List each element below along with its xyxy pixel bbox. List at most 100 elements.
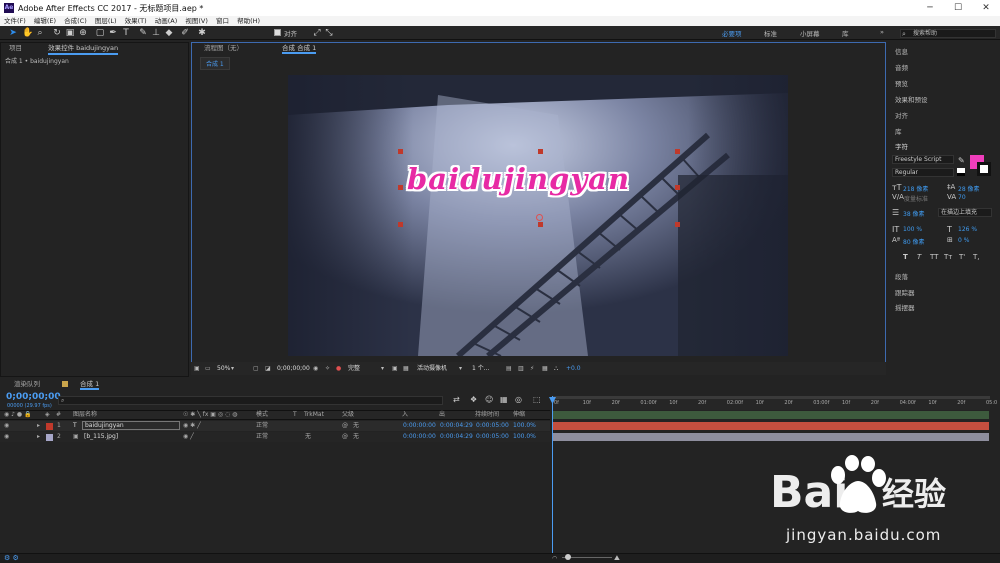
stroke-mode-select[interactable]: 在描边上填充	[938, 208, 992, 217]
comp-breadcrumb-chip[interactable]: 合成 1	[200, 57, 230, 70]
layer-out[interactable]: 0:00:04:29	[440, 421, 473, 431]
layer-duration[interactable]: 0:00:05:00	[476, 432, 509, 442]
layer-stretch[interactable]: 100.0%	[513, 421, 536, 431]
layer-parent[interactable]: 无	[353, 432, 359, 442]
vertical-scale-field[interactable]: 100 %	[903, 226, 922, 233]
layer-in[interactable]: 0:00:00:00	[403, 432, 436, 442]
tab-effect-controls[interactable]: 效果控件 baidujingyan	[48, 44, 119, 55]
eyedropper-icon[interactable]: ✎	[958, 156, 965, 165]
horizontal-scale-field[interactable]: 126 %	[958, 226, 977, 233]
eraser-tool-icon[interactable]: ◆	[164, 28, 174, 38]
subscript-button[interactable]: T,	[973, 253, 980, 261]
workspace-essentials[interactable]: 必要项	[722, 28, 742, 38]
column-in[interactable]: 入	[402, 410, 408, 420]
timeline-icon[interactable]: ▦	[542, 362, 548, 375]
monitor-icon[interactable]: ▭	[205, 362, 211, 375]
time-ruler[interactable]: 0f 10f 20f 01:00f 10f 20f 02:00f 10f 20f 03:00f 10…	[552, 396, 997, 410]
transform-handle[interactable]	[538, 222, 543, 227]
layer-stretch[interactable]: 100.0%	[513, 432, 536, 442]
workspace-small-screen[interactable]: 小屏幕	[800, 28, 820, 38]
pen-tool-icon[interactable]: ✒	[108, 28, 118, 38]
panel-info[interactable]: 信息	[895, 46, 908, 56]
panel-libraries[interactable]: 库	[895, 126, 902, 136]
column-name[interactable]: 图层名称	[73, 410, 97, 420]
pixel-aspect-icon[interactable]: ▥	[518, 362, 524, 375]
fast-preview-icon[interactable]: ⚡	[530, 362, 534, 375]
parent-pickwhip-icon[interactable]: @	[342, 421, 348, 431]
transform-handle[interactable]	[398, 222, 403, 227]
layer-parent[interactable]: 无	[353, 421, 359, 431]
rotate-tool-icon[interactable]: ↻	[52, 28, 62, 38]
camera-tool-icon[interactable]: ▣	[65, 28, 75, 38]
small-caps-button[interactable]: Tт	[944, 253, 952, 261]
menu-help[interactable]: 帮助(H)	[237, 16, 260, 26]
type-tool-icon[interactable]: T	[121, 28, 131, 38]
expand-arrow-icon[interactable]: ▸	[37, 432, 40, 442]
zoom-out-icon[interactable]: ◠	[552, 555, 557, 562]
hand-tool-icon[interactable]: ✋	[22, 28, 33, 38]
region-of-interest-icon[interactable]: ▣	[392, 362, 398, 375]
puppet-pin-tool-icon[interactable]: ✱	[197, 28, 207, 38]
menu-window[interactable]: 窗口	[216, 16, 229, 26]
transparency-grid-icon[interactable]: ▦	[403, 362, 409, 375]
work-area-bar[interactable]	[552, 396, 990, 399]
menu-layer[interactable]: 图层(L)	[95, 16, 117, 26]
zoom-select[interactable]: 50%	[217, 362, 230, 375]
layer-name[interactable]: [b_115.jpg]	[84, 432, 118, 442]
column-parent[interactable]: 父级	[342, 410, 354, 420]
views-select[interactable]: 1 个...	[472, 362, 489, 375]
snap-icon[interactable]: ⤢	[312, 28, 322, 38]
panel-audio[interactable]: 音频	[895, 62, 908, 72]
layer-in[interactable]: 0:00:00:00	[403, 421, 436, 431]
selection-tool-icon[interactable]: ➤	[8, 28, 18, 38]
transform-handle[interactable]	[398, 185, 403, 190]
font-family-select[interactable]: Freestyle Script	[892, 155, 954, 164]
zoom-slider-thumb[interactable]	[565, 554, 571, 560]
rectangle-tool-icon[interactable]: ▢	[95, 28, 105, 38]
workspace-libraries[interactable]: 库	[842, 28, 849, 38]
text-layer-preview[interactable]: baidujingyan	[407, 162, 630, 196]
camera-select[interactable]: 活动摄像机	[417, 362, 447, 375]
leading-field[interactable]: 28 像素	[958, 184, 980, 193]
parent-pickwhip-icon[interactable]: @	[342, 432, 348, 442]
comp-mini-flowchart-icon[interactable]: ⇄	[453, 395, 460, 404]
layer-duration-bar[interactable]	[553, 433, 989, 441]
faux-italic-button[interactable]: T	[917, 253, 921, 261]
column-duration[interactable]: 持续时间	[475, 410, 499, 420]
layer-mode[interactable]: 正常	[256, 432, 268, 442]
tracking-field[interactable]: 70	[958, 194, 966, 201]
snapshot-icon[interactable]: ◉	[313, 362, 318, 375]
superscript-button[interactable]: T'	[959, 253, 965, 261]
tab-timeline-comp[interactable]: 合成 1	[80, 379, 100, 390]
clone-stamp-tool-icon[interactable]: ⊥	[151, 28, 161, 38]
motion-blur-icon[interactable]: ◎	[515, 395, 522, 404]
panel-align[interactable]: 对齐	[895, 110, 908, 120]
layer-switches[interactable]: ◉ ✱ ╱	[183, 421, 201, 431]
brush-tool-icon[interactable]: ✎	[138, 28, 148, 38]
layer-switches[interactable]: ◉ ╱	[183, 432, 194, 442]
transform-handle[interactable]	[675, 149, 680, 154]
snap-options-icon[interactable]: ⤡	[324, 28, 334, 38]
always-preview-icon[interactable]: ▣	[194, 362, 200, 375]
menu-animation[interactable]: 动画(A)	[155, 16, 178, 26]
graph-editor-icon[interactable]: ⬚	[533, 395, 541, 404]
layer-duration[interactable]: 0:00:05:00	[476, 421, 509, 431]
layer-label-color[interactable]	[46, 434, 53, 441]
frame-blending-icon[interactable]: ▦	[500, 395, 508, 404]
column-out[interactable]: 出	[439, 410, 445, 420]
layer-duration-bar[interactable]	[553, 422, 989, 430]
tab-flowchart[interactable]: 流程图（无）	[204, 44, 243, 52]
tab-render-queue[interactable]: 渲染队列	[14, 379, 40, 390]
font-style-select[interactable]: Regular	[892, 168, 954, 177]
transform-handle[interactable]	[675, 222, 680, 227]
pan-behind-tool-icon[interactable]: ⊕	[78, 28, 88, 38]
menu-effect[interactable]: 效果(T)	[125, 16, 147, 26]
timeline-timecode[interactable]: 0;00;00;00	[6, 392, 61, 402]
panel-tracker[interactable]: 跟踪器	[895, 287, 915, 297]
close-button[interactable]: ✕	[972, 1, 1000, 15]
all-caps-button[interactable]: TT	[930, 253, 938, 261]
toggle-view-icon[interactable]: ▤	[506, 362, 512, 375]
transform-handle[interactable]	[675, 185, 680, 190]
column-trkmat[interactable]: TrkMat	[304, 410, 324, 420]
layer-out[interactable]: 0:00:04:29	[440, 432, 473, 442]
